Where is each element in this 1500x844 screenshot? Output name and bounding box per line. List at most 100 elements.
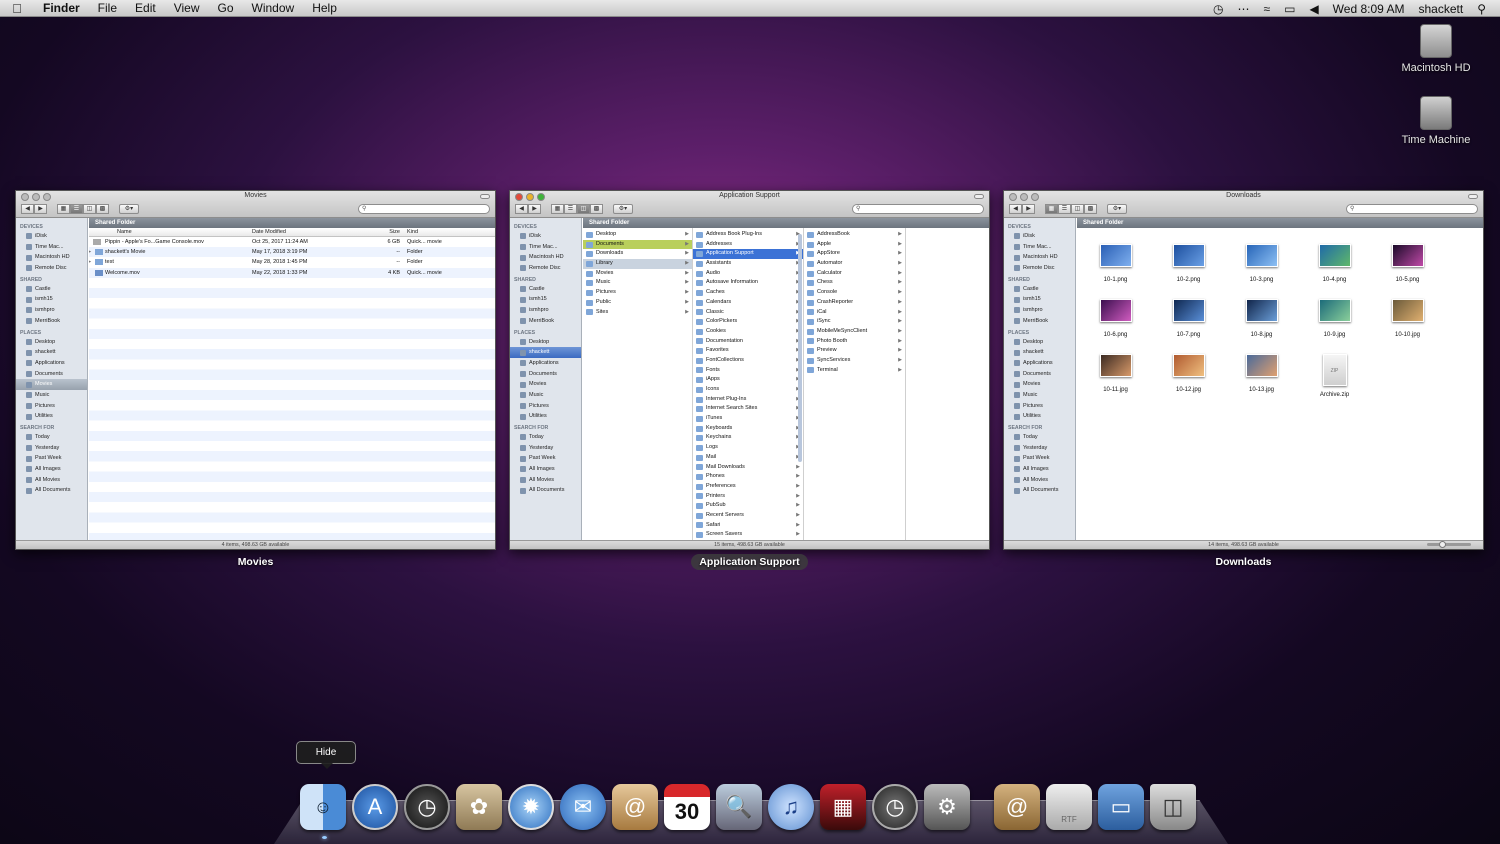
sidebar-item-shackett[interactable]: shackett [1004,347,1075,358]
address-book-dock-icon[interactable]: @ [612,784,658,830]
sidebar-item-ismhpro[interactable]: ismhpro [1004,305,1075,316]
finder-window-application-support[interactable]: Application Support ◀ ▶ ▦ ☰ ◫ ▩ ⚙▾ ⚲ DEVICES… [509,190,990,550]
sidebar-item-desktop[interactable]: Desktop [1004,337,1075,348]
column-item-movies[interactable]: Movies ▶ [583,269,692,279]
sidebar-item-all-documents[interactable]: All Documents [16,485,87,496]
preview-dock-icon[interactable]: 🔍 [716,784,762,830]
time-machine-menu-icon[interactable]: ◷ [1213,2,1223,16]
sidebar-item-merribook[interactable]: MerriBook [16,316,87,327]
sidebar-item-utilities[interactable]: Utilities [1004,411,1075,422]
sidebar-item-utilities[interactable]: Utilities [510,411,581,422]
window-label-movies[interactable]: Movies [15,556,496,568]
column-item[interactable]: Favorites▶ [693,346,803,356]
column-header-date[interactable]: Date Modified [249,228,349,236]
sidebar-item-castle[interactable]: Castle [16,284,87,295]
sidebar-item-ismhpro[interactable]: ismhpro [16,305,87,316]
disclosure-triangle-icon[interactable]: ▶ [89,257,91,267]
file-icon-item[interactable]: 10-11.jpg [1079,354,1152,398]
column-item[interactable]: AddressBook ▶ [804,230,905,240]
spotlight-icon[interactable]: ⚲ [1477,2,1486,16]
scrollbar[interactable] [798,234,802,462]
table-row[interactable]: ▶shackett's MovieMay 17, 2018 3:19 PM--F… [89,247,495,258]
list-view-button[interactable]: ☰ [70,204,83,214]
sidebar-item-movies[interactable]: Movies [16,379,87,390]
file-icon-item[interactable]: 10-13.jpg [1225,354,1298,398]
sidebar-item-time-machine[interactable]: Time Mac... [16,242,87,253]
column-item[interactable]: Keyboards▶ [693,424,803,434]
trash-dock-icon[interactable]: ◫ [1150,784,1196,830]
file-icon-item[interactable]: 10-1.png [1079,244,1152,283]
sidebar-item-today[interactable]: Today [16,432,87,443]
menu-window[interactable]: Window [243,1,304,15]
forward-button[interactable]: ▶ [528,204,541,214]
column-item[interactable]: FontCollections▶ [693,356,803,366]
clock[interactable]: Wed 8:09 AM [1333,2,1405,16]
column-item[interactable]: PubSub ▶ [693,501,803,511]
column-item[interactable]: Mail▶ [693,453,803,463]
sidebar-item-ismhpro[interactable]: ismhpro [510,305,581,316]
toolbar-toggle-button[interactable] [1468,194,1478,199]
sidebar-item-macintosh-hd[interactable]: Macintosh HD [1004,252,1075,263]
search-input[interactable]: ⚲ [358,204,490,214]
file-icon-item[interactable]: 10-6.png [1079,299,1152,338]
sidebar-item-ismh15[interactable]: ismh15 [1004,294,1075,305]
menu-edit[interactable]: Edit [126,1,165,15]
sidebar-item-macintosh-hd[interactable]: Macintosh HD [510,252,581,263]
sidebar-item-past-week[interactable]: Past Week [510,453,581,464]
column-item[interactable]: Address Book Plug-Ins▶ [693,230,803,240]
file-icon-item[interactable]: 10-7.png [1152,299,1225,338]
sidebar-item-time-machine[interactable]: Time Mac... [510,242,581,253]
column-item[interactable]: ColorPickers▶ [693,317,803,327]
sidebar-item-all-movies[interactable]: All Movies [1004,475,1075,486]
column-header-kind[interactable]: Kind [404,228,495,236]
sidebar-item-all-images[interactable]: All Images [510,464,581,475]
sidebar-item-all-images[interactable]: All Images [16,464,87,475]
itunes-dock-icon[interactable]: ♫ [768,784,814,830]
search-input[interactable]: ⚲ [852,204,984,214]
sidebar-item-desktop[interactable]: Desktop [510,337,581,348]
column-item-public[interactable]: Public ▶ [583,298,692,308]
sidebar-item-all-movies[interactable]: All Movies [510,475,581,486]
sidebar-item-today[interactable]: Today [1004,432,1075,443]
column-item[interactable]: MobileMeSyncClient ▶ [804,327,905,337]
column-view-button[interactable]: ◫ [577,204,590,214]
sidebar-item-remote-disc[interactable]: Remote Disc [510,263,581,274]
sidebar-item-all-documents[interactable]: All Documents [510,485,581,496]
column-item[interactable]: Preview ▶ [804,346,905,356]
apple-menu-icon[interactable]:  [0,1,34,16]
sidebar-item-utilities[interactable]: Utilities [16,411,87,422]
sidebar-item-pictures[interactable]: Pictures [1004,401,1075,412]
coverflow-view-button[interactable]: ▩ [96,204,109,214]
column-item[interactable]: Assistants▶ [693,259,803,269]
sidebar-item-all-images[interactable]: All Images [1004,464,1075,475]
column-item[interactable]: iCal ▶ [804,308,905,318]
list-view-button[interactable]: ☰ [1058,204,1071,214]
sidebar-item-merribook[interactable]: MerriBook [510,316,581,327]
column-item-desktop[interactable]: Desktop ▶ [583,230,692,240]
column-item[interactable]: Calendars▶ [693,298,803,308]
sidebar-item-music[interactable]: Music [510,390,581,401]
column-item[interactable]: Phones ▶ [693,472,803,482]
column-item[interactable]: Classic▶ [693,308,803,318]
user-menu[interactable]: shackett [1419,2,1464,16]
column-item[interactable]: Safari ▶ [693,521,803,531]
column-header-size[interactable]: Size [349,228,404,236]
column-item[interactable]: Terminal ▶ [804,366,905,376]
column-item[interactable]: Keychains▶ [693,433,803,443]
sidebar-item-castle[interactable]: Castle [1004,284,1075,295]
sidebar-item-remote-disc[interactable]: Remote Disc [1004,263,1075,274]
sidebar-item-yesterday[interactable]: Yesterday [16,443,87,454]
file-icon-item[interactable]: ZIP Archive.zip [1298,354,1371,398]
column-item[interactable]: Internet Search Sites▶ [693,404,803,414]
downloads-stack-dock-icon[interactable]: ▭ [1098,784,1144,830]
sidebar-item-shackett[interactable]: shackett [510,347,581,358]
ical-dock-icon[interactable]: 30 [664,784,710,830]
coverflow-view-button[interactable]: ▩ [590,204,603,214]
column-item[interactable]: Photo Booth ▶ [804,337,905,347]
back-button[interactable]: ◀ [1009,204,1022,214]
sidebar-item-ismh15[interactable]: ismh15 [510,294,581,305]
file-icon-item[interactable]: 10-3.png [1225,244,1298,283]
sidebar-item-merribook[interactable]: MerriBook [1004,316,1075,327]
sidebar-item-applications[interactable]: Applications [510,358,581,369]
sidebar-item-applications[interactable]: Applications [1004,358,1075,369]
